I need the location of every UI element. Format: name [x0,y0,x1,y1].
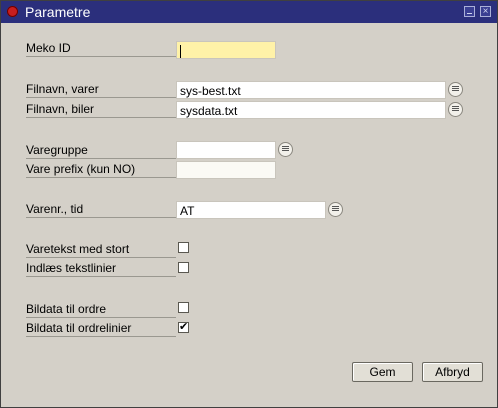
meko-id-label: Meko ID [26,39,176,57]
varegruppe-label: Varegruppe [26,141,176,159]
save-button[interactable]: Gem [352,362,413,382]
filnavn-varer-label: Filnavn, varer [26,80,176,98]
varenr-tid-label: Varenr., tid [26,200,176,218]
varegruppe-lookup-icon[interactable] [278,142,293,157]
bildata-ordre-label: Bildata til ordre [26,300,176,318]
varegruppe-input[interactable] [176,141,276,159]
app-icon [7,6,18,17]
checkmark-icon: ✔ [179,321,189,333]
vare-prefix-label: Vare prefix (kun NO) [26,160,176,178]
bildata-ordre-checkbox[interactable] [178,302,189,313]
filnavn-biler-input[interactable]: sysdata.txt [176,101,446,119]
filnavn-biler-label: Filnavn, biler [26,100,176,118]
cancel-button[interactable]: Afbryd [422,362,483,382]
bildata-ordrelinier-label: Bildata til ordrelinier [26,319,176,337]
bildata-ordrelinier-checkbox[interactable]: ✔ [178,322,189,333]
indlaes-tekstlinier-label: Indlæs tekstlinier [26,259,176,277]
minimize-icon[interactable] [464,6,475,17]
title-bar[interactable]: Parametre × [1,1,497,23]
varetekst-stort-label: Varetekst med stort [26,240,176,258]
filnavn-biler-lookup-icon[interactable] [448,102,463,117]
varetekst-stort-checkbox[interactable] [178,242,189,253]
close-icon[interactable]: × [480,6,491,17]
filnavn-varer-lookup-icon[interactable] [448,82,463,97]
vare-prefix-input[interactable] [176,161,276,179]
text-caret [180,45,181,58]
meko-id-input[interactable] [176,41,276,59]
indlaes-tekstlinier-checkbox[interactable] [178,262,189,273]
varenr-tid-lookup-icon[interactable] [328,202,343,217]
varenr-tid-input[interactable]: AT [176,201,326,219]
window-title: Parametre [25,4,91,20]
filnavn-varer-input[interactable]: sys-best.txt [176,81,446,99]
parametre-dialog: Parametre × Meko ID Filnavn, varer sys-b… [0,0,498,408]
